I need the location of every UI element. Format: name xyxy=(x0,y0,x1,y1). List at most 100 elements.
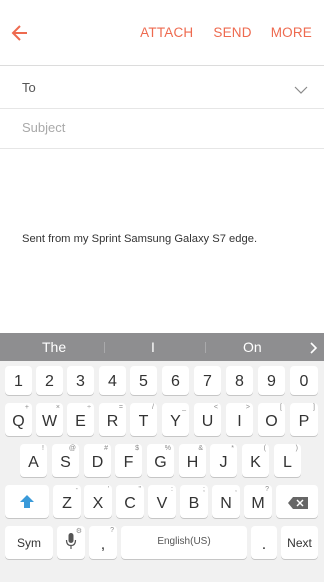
key-q[interactable]: + Q xyxy=(5,403,32,436)
key-z[interactable]: -Z xyxy=(53,485,81,518)
key-r[interactable]: = R xyxy=(99,403,126,436)
key-0[interactable]: 0 xyxy=(290,366,318,395)
key-m[interactable]: ? M xyxy=(244,485,272,518)
key-s[interactable]: @ S xyxy=(52,444,79,477)
key-x[interactable]: ' X xyxy=(84,485,112,518)
more-button[interactable]: MORE xyxy=(265,25,318,40)
key-5[interactable]: 5 xyxy=(130,366,157,395)
message-body[interactable]: Sent from my Sprint Samsung Galaxy S7 ed… xyxy=(0,150,324,333)
key-t[interactable]: / T xyxy=(130,403,157,436)
key-label: C xyxy=(124,495,136,512)
key-3[interactable]: 3 xyxy=(67,366,94,395)
backspace-icon xyxy=(288,496,308,514)
key-u[interactable]: < U xyxy=(194,403,221,436)
key-label: N xyxy=(220,495,232,512)
key-sub-label: " xyxy=(138,486,142,493)
key-label: 8 xyxy=(235,373,244,390)
key-c[interactable]: " C xyxy=(116,485,144,518)
sym-key[interactable]: Sym xyxy=(5,526,53,559)
key-sub-label: × xyxy=(55,404,60,411)
key-sub-label: ÷ xyxy=(87,404,91,411)
send-button[interactable]: SEND xyxy=(207,25,257,40)
key-sub-label: > xyxy=(245,404,250,411)
key-p[interactable]: ] P xyxy=(290,403,318,436)
key-label: V xyxy=(156,495,168,512)
key-label: Q xyxy=(12,413,25,430)
key-sub-label: : xyxy=(171,486,173,493)
key-e[interactable]: ÷ E xyxy=(67,403,94,436)
key-sub-label: + xyxy=(24,404,29,411)
key-label: Next xyxy=(287,536,312,550)
app-bar: ATTACH SEND MORE xyxy=(0,0,324,66)
key-2[interactable]: 2 xyxy=(36,366,63,395)
key-j[interactable]: * J xyxy=(210,444,237,477)
key-label: Y xyxy=(170,413,181,430)
key-label: , xyxy=(100,536,106,553)
key-g[interactable]: % G xyxy=(147,444,174,477)
voice-input-key[interactable]: ⚙ xyxy=(57,526,85,559)
keyboard: The I On 1 2 3 4 5 6 7 8 9 0 + Q × W ÷ E = R… xyxy=(0,333,324,582)
key-sub-label: * xyxy=(231,445,234,452)
key-1[interactable]: 1 xyxy=(5,366,32,395)
key-sub-label: ; xyxy=(203,486,205,493)
key-label: G xyxy=(154,454,167,471)
key-i[interactable]: > I xyxy=(226,403,253,436)
key-4[interactable]: 4 xyxy=(99,366,126,395)
key-w[interactable]: × W xyxy=(36,403,63,436)
key-sub-label: ? xyxy=(265,486,269,493)
key-sub-label: , xyxy=(235,486,237,493)
key-label: F xyxy=(123,454,134,471)
key-y[interactable]: _ Y xyxy=(162,403,189,436)
attach-button[interactable]: ATTACH xyxy=(134,25,199,40)
key-label: W xyxy=(41,413,58,430)
suggestion-bar: The I On xyxy=(0,333,324,361)
chevron-down-icon[interactable] xyxy=(294,82,308,94)
key-label: I xyxy=(237,413,242,430)
key-a[interactable]: ! A xyxy=(20,444,47,477)
key-b[interactable]: ; B xyxy=(180,485,208,518)
suggestion-item[interactable]: On xyxy=(243,339,262,355)
key-label: 7 xyxy=(203,373,212,390)
comma-key[interactable]: ?, xyxy=(89,526,117,559)
key-label: J xyxy=(219,454,228,471)
key-sub-label: ' xyxy=(107,486,109,493)
key-n[interactable]: ,N xyxy=(212,485,240,518)
subject-input[interactable] xyxy=(22,120,292,135)
subject-row xyxy=(0,109,324,149)
signature-text: Sent from my Sprint Samsung Galaxy S7 ed… xyxy=(22,233,258,245)
key-label: 4 xyxy=(108,373,117,390)
key-l[interactable]: ) L xyxy=(274,444,301,477)
key-label: E xyxy=(75,413,86,430)
key-label: 2 xyxy=(45,373,54,390)
space-bar[interactable]: English(US) xyxy=(121,526,247,559)
key-label: A xyxy=(28,454,39,471)
key-label: H xyxy=(186,454,199,471)
key-6[interactable]: 6 xyxy=(162,366,189,395)
key-o[interactable]: [O xyxy=(258,403,285,436)
key-7[interactable]: 7 xyxy=(194,366,221,395)
key-h[interactable]: & H xyxy=(179,444,206,477)
key-v[interactable]: :V xyxy=(148,485,176,518)
microphone-icon xyxy=(65,533,77,556)
key-label: U xyxy=(201,413,214,430)
key-8[interactable]: 8 xyxy=(226,366,253,395)
period-key[interactable]: . xyxy=(251,526,277,559)
chevron-right-icon[interactable] xyxy=(310,341,318,354)
suggestion-item[interactable]: I xyxy=(151,339,155,355)
key-label: X xyxy=(92,495,104,512)
key-9[interactable]: 9 xyxy=(258,366,285,395)
to-field[interactable]: To xyxy=(0,67,324,109)
settings-gear-icon: ⚙ xyxy=(75,528,82,535)
key-label: 9 xyxy=(267,373,276,390)
email-compose-screen: ATTACH SEND MORE To Sent from my Sprint … xyxy=(0,0,324,582)
key-f[interactable]: $ F xyxy=(115,444,142,477)
shift-key[interactable] xyxy=(5,485,49,518)
backspace-key[interactable] xyxy=(276,485,318,518)
key-label: 5 xyxy=(139,373,148,390)
suggestion-item[interactable]: The xyxy=(42,339,66,355)
key-d[interactable]: # D xyxy=(84,444,111,477)
back-arrow-icon[interactable] xyxy=(10,18,44,48)
next-key[interactable]: Next xyxy=(281,526,318,559)
key-label: 6 xyxy=(171,373,180,390)
key-k[interactable]: (K xyxy=(242,444,269,477)
